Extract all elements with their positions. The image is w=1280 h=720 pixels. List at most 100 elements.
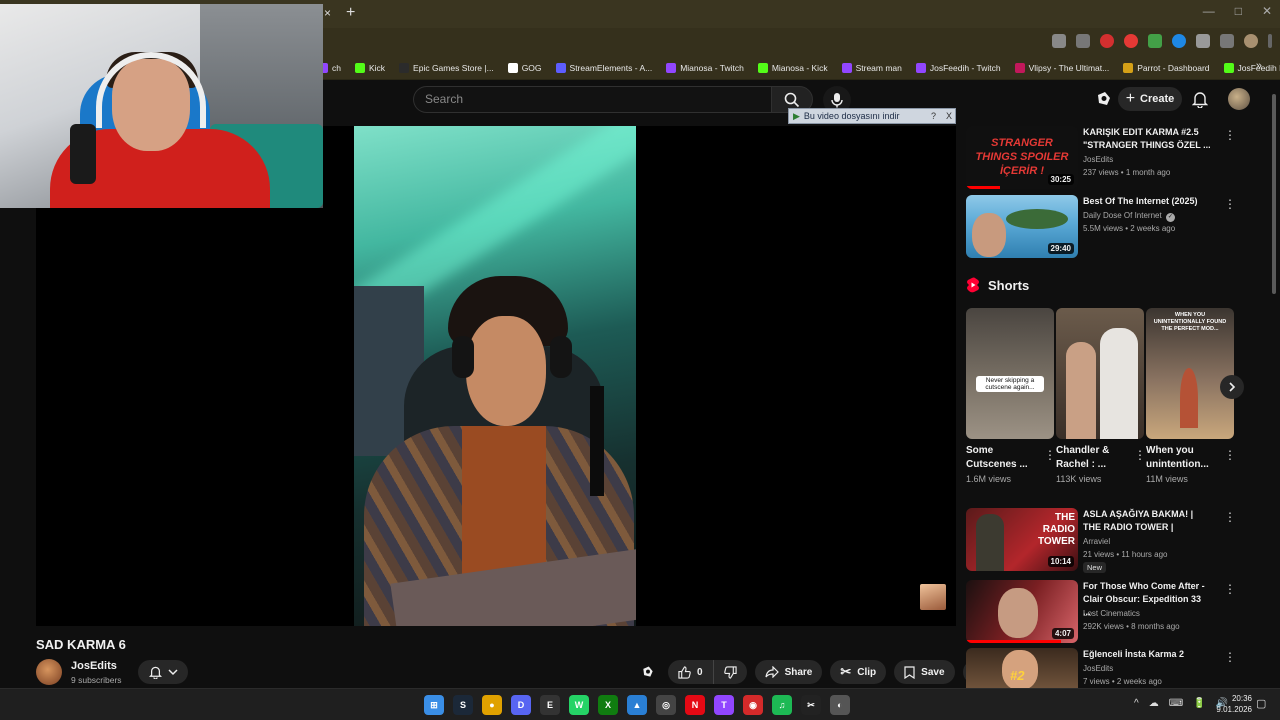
- recorder-taskbar-icon[interactable]: ◐: [830, 695, 850, 715]
- recommendation-channel[interactable]: Lost Cinematics: [1083, 607, 1140, 620]
- notifications-bell-icon[interactable]: [1192, 90, 1208, 108]
- short-item[interactable]: WHEN YOU UNINTENTIONALLY FOUND THE PERFE…: [1146, 308, 1236, 484]
- dislike-button[interactable]: [714, 660, 747, 684]
- onedrive-icon[interactable]: ☁: [1149, 698, 1159, 709]
- like-button[interactable]: 0: [668, 660, 714, 684]
- end-screen-thumbnail[interactable]: [920, 584, 946, 610]
- twitch-taskbar-icon[interactable]: T: [714, 695, 734, 715]
- notification-center-icon[interactable]: ▢: [1256, 697, 1266, 710]
- recommendation-channel[interactable]: Arraviel: [1083, 535, 1110, 548]
- bookmark-item[interactable]: Kick: [354, 62, 385, 73]
- recommendation-channel[interactable]: JosEdits: [1083, 153, 1113, 166]
- recommendation-item[interactable]: THE RADIO TOWER 10:14 ASLA AŞAĞIYA BAKMA…: [966, 508, 1256, 573]
- share-button[interactable]: Share: [754, 660, 823, 684]
- extension-green-icon[interactable]: [1148, 34, 1162, 48]
- bookmark-star-icon[interactable]: [1076, 34, 1090, 48]
- bookmark-item[interactable]: Mianosa - Kick: [757, 62, 828, 73]
- xbox-taskbar-icon[interactable]: X: [598, 695, 618, 715]
- short-thumbnail[interactable]: WHEN YOU UNINTENTIONALLY FOUND THE PERFE…: [1146, 308, 1234, 439]
- new-tab-button[interactable]: +: [346, 4, 355, 22]
- subscription-notify-button[interactable]: [138, 660, 188, 684]
- save-button[interactable]: Save: [894, 660, 955, 684]
- account-avatar[interactable]: [1228, 88, 1250, 110]
- recommendation-title[interactable]: ASLA AŞAĞIYA BAKMA! | THE RADIO TOWER |: [1083, 508, 1211, 534]
- short-item[interactable]: Never skipping a cutscene again... Some …: [966, 308, 1056, 484]
- recommendation-title[interactable]: KARIŞIK EDIT KARMA #2.5 "STRANGER THINGS…: [1083, 126, 1211, 152]
- whatsapp-taskbar-icon[interactable]: W: [569, 695, 589, 715]
- bookmarks-more-icon[interactable]: »: [1256, 60, 1262, 72]
- extension-red-icon[interactable]: [1100, 34, 1114, 48]
- video-download-banner[interactable]: ▶ Bu video dosyasını indir ? X: [788, 108, 956, 124]
- recommendation-menu-icon[interactable]: ⋮: [1224, 510, 1236, 524]
- taskbar-clock[interactable]: 20:36 9.01.2026: [1216, 693, 1252, 715]
- clip-button[interactable]: ✂ Clip: [830, 660, 887, 684]
- discord-taskbar-icon[interactable]: D: [511, 695, 531, 715]
- obs-taskbar-icon[interactable]: ◎: [656, 695, 676, 715]
- app-red-taskbar-icon[interactable]: ◉: [743, 695, 763, 715]
- short-menu-icon[interactable]: ⋮: [1044, 448, 1056, 462]
- recommendation-menu-icon[interactable]: ⋮: [1224, 197, 1236, 211]
- recommendation-item[interactable]: 29:40 Best Of The Internet (2025) Daily …: [966, 195, 1256, 259]
- tray-overflow-icon[interactable]: ^: [1134, 698, 1139, 709]
- recommendation-menu-icon[interactable]: ⋮: [1224, 128, 1236, 142]
- download-close-button[interactable]: X: [943, 111, 955, 121]
- close-window-button[interactable]: ✕: [1262, 4, 1272, 18]
- cast-icon[interactable]: [1052, 34, 1066, 48]
- recommendation-thumbnail[interactable]: THE RADIO TOWER 10:14: [966, 508, 1078, 571]
- short-title[interactable]: Some Cutscenes ...: [966, 444, 1042, 472]
- browser-menu-icon[interactable]: [1268, 34, 1272, 48]
- extensions-puzzle-icon[interactable]: [1196, 34, 1210, 48]
- photos-taskbar-icon[interactable]: ▲: [627, 695, 647, 715]
- channel-avatar[interactable]: [36, 659, 62, 685]
- short-item[interactable]: Chandler & Rachel : ... 113K views ⋮: [1056, 308, 1146, 484]
- channel-name[interactable]: JosEdits: [71, 660, 117, 672]
- create-button[interactable]: + Create: [1118, 87, 1182, 111]
- recommendation-thumbnail[interactable]: 4:07: [966, 580, 1078, 643]
- recommendation-channel[interactable]: JosEdits: [1083, 662, 1113, 675]
- windows-taskbar-icon[interactable]: ⊞: [424, 695, 444, 715]
- bookmark-item[interactable]: JosFeedih - Twitch: [915, 62, 1001, 73]
- steam-taskbar-icon[interactable]: S: [453, 695, 473, 715]
- short-thumbnail[interactable]: Never skipping a cutscene again...: [966, 308, 1054, 439]
- bookmark-item[interactable]: Stream man: [841, 62, 902, 73]
- recommendation-thumbnail[interactable]: #2: [966, 648, 1078, 688]
- recommendation-item[interactable]: 4:07 For Those Who Come After - Clair Ob…: [966, 580, 1256, 644]
- page-scrollbar[interactable]: [1270, 84, 1278, 688]
- maximize-button[interactable]: □: [1235, 4, 1242, 18]
- extension-blue-icon[interactable]: [1172, 34, 1186, 48]
- bookmark-item[interactable]: StreamElements - A...: [555, 62, 652, 73]
- recommendation-thumbnail[interactable]: STRANGER THINGS SPOILER İÇERİR ! 30:25: [966, 126, 1078, 189]
- bookmark-item[interactable]: Parrot - Dashboard: [1123, 62, 1210, 73]
- short-menu-icon[interactable]: ⋮: [1224, 448, 1236, 462]
- short-thumbnail[interactable]: [1056, 308, 1144, 439]
- minimize-button[interactable]: —: [1203, 4, 1215, 18]
- short-menu-icon[interactable]: ⋮: [1134, 448, 1146, 462]
- recommendation-title[interactable]: Eğlenceli İnsta Karma 2: [1083, 648, 1211, 661]
- recommendation-item[interactable]: #2 Eğlenceli İnsta Karma 2 JosEdits 7 vi…: [966, 648, 1256, 688]
- recommendation-menu-icon[interactable]: ⋮: [1224, 582, 1236, 596]
- short-title[interactable]: Chandler & Rachel : ...: [1056, 444, 1132, 472]
- extension-pin-icon[interactable]: [1124, 34, 1138, 48]
- bookmark-item[interactable]: Mianosa - Twitch: [666, 62, 744, 73]
- recommendation-thumbnail[interactable]: 29:40: [966, 195, 1078, 258]
- scrollbar-thumb[interactable]: [1272, 94, 1276, 294]
- recommendation-channel-row[interactable]: Daily Dose Of Internet ✓: [1083, 209, 1175, 222]
- profile-avatar-icon[interactable]: [1244, 34, 1258, 48]
- sparkle-icon[interactable]: [1095, 90, 1113, 108]
- battery-icon[interactable]: 🔋: [1193, 698, 1205, 709]
- keyboard-icon[interactable]: ⌨: [1169, 698, 1183, 709]
- chrome-taskbar-icon[interactable]: ●: [482, 695, 502, 715]
- short-title[interactable]: When you unintention...: [1146, 444, 1222, 472]
- spotify-taskbar-icon[interactable]: ♫: [772, 695, 792, 715]
- bookmark-item[interactable]: GOG: [507, 62, 542, 73]
- ask-button[interactable]: [636, 660, 660, 684]
- media-controls-icon[interactable]: [1220, 34, 1234, 48]
- recommendation-menu-icon[interactable]: ⋮: [1224, 650, 1236, 664]
- bookmark-item[interactable]: Epic Games Store |...: [399, 62, 494, 73]
- netflix-taskbar-icon[interactable]: N: [685, 695, 705, 715]
- capcut-taskbar-icon[interactable]: ✂: [801, 695, 821, 715]
- shorts-next-button[interactable]: [1220, 375, 1244, 399]
- recommendation-title[interactable]: Best Of The Internet (2025): [1083, 195, 1211, 208]
- search-input[interactable]: Search: [413, 86, 771, 113]
- bookmark-item[interactable]: JosFeedih Kick: [1223, 62, 1280, 73]
